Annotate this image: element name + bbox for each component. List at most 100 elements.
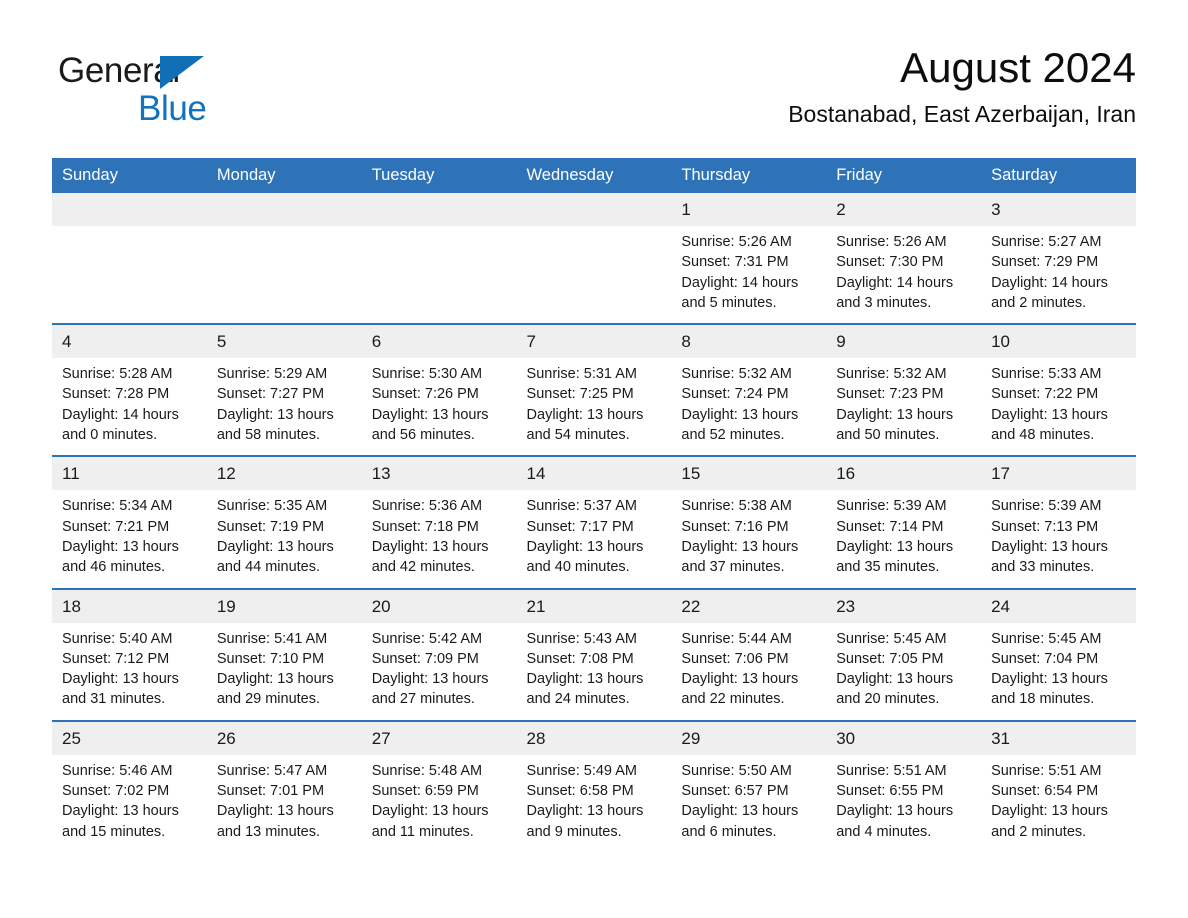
sunset-text: Sunset: 7:02 PM — [62, 783, 170, 800]
calendar-day-cell[interactable]: 24 Sunrise: 5:45 AM Sunset: 7:04 PM Dayligh… — [981, 587, 1136, 721]
calendar-day-cell[interactable]: 27 Sunrise: 5:48 AM Sunset: 6:59 PM Dayligh… — [361, 719, 517, 852]
calendar-day-cell[interactable]: 23 Sunrise: 5:45 AM Sunset: 7:05 PM Dayligh… — [826, 587, 982, 721]
day-details: Sunrise: 5:34 AM Sunset: 7:21 PM Daylight:… — [52, 490, 207, 587]
day-number: 21 — [516, 589, 672, 623]
day-cell-inner: 2 Sunrise: 5:26 AM Sunset: 7:30 PM Daylight… — [826, 193, 982, 323]
page-subtitle-location: Bostanabad, East Azerbaijan, Iran — [788, 101, 1136, 127]
daylight-text: Daylight: 13 hours and 20 minutes. — [836, 671, 954, 708]
calendar-day-cell[interactable]: 21 Sunrise: 5:43 AM Sunset: 7:08 PM Dayligh… — [516, 587, 672, 721]
day-number: 19 — [206, 589, 362, 623]
calendar-day-cell[interactable]: 3 Sunrise: 5:27 AM Sunset: 7:29 PM Daylight… — [981, 193, 1136, 325]
day-details: Sunrise: 5:45 AM Sunset: 7:05 PM Daylight:… — [826, 623, 981, 720]
page-title: August 2024 — [900, 44, 1136, 91]
calendar-day-cell[interactable]: 9 Sunrise: 5:32 AM Sunset: 7:23 PM Daylight… — [826, 323, 982, 457]
day-number: 23 — [826, 589, 982, 623]
day-details: Sunrise: 5:43 AM Sunset: 7:08 PM Daylight:… — [517, 623, 672, 720]
day-details: Sunrise: 5:44 AM Sunset: 7:06 PM Daylight:… — [671, 623, 826, 720]
calendar-day-cell[interactable]: 7 Sunrise: 5:31 AM Sunset: 7:25 PM Daylight… — [516, 323, 672, 457]
day-number: 12 — [206, 457, 362, 491]
page-header: General Blue August 2024 Bostanabad, Eas… — [52, 42, 1136, 142]
day-cell-inner: 20 Sunrise: 5:42 AM Sunset: 7:09 PM Dayligh… — [361, 589, 517, 720]
day-cell-inner: 25 Sunrise: 5:46 AM Sunset: 7:02 PM Dayligh… — [52, 721, 207, 852]
calendar-day-cell[interactable]: 6 Sunrise: 5:30 AM Sunset: 7:26 PM Daylight… — [361, 323, 517, 457]
calendar-day-cell[interactable]: 15 Sunrise: 5:38 AM Sunset: 7:16 PM Dayligh… — [671, 455, 827, 589]
sunset-text: Sunset: 7:23 PM — [836, 386, 944, 403]
calendar-day-cell[interactable]: 1 Sunrise: 5:26 AM Sunset: 7:31 PM Daylight… — [671, 193, 827, 325]
calendar-day-cell[interactable]: 12 Sunrise: 5:35 AM Sunset: 7:19 PM Dayligh… — [206, 455, 362, 589]
calendar-day-cell[interactable]: 16 Sunrise: 5:39 AM Sunset: 7:14 PM Dayligh… — [826, 455, 982, 589]
calendar-day-cell[interactable]: 2 Sunrise: 5:26 AM Sunset: 7:30 PM Daylight… — [826, 193, 982, 325]
calendar-day-cell[interactable]: 31 Sunrise: 5:51 AM Sunset: 6:54 PM Dayligh… — [981, 719, 1136, 852]
sunrise-text: Sunrise: 5:30 AM — [371, 366, 483, 383]
sunset-text: Sunset: 6:54 PM — [991, 783, 1099, 800]
day-details: Sunrise: 5:36 AM Sunset: 7:18 PM Daylight:… — [362, 490, 517, 587]
calendar-day-cell[interactable]: 13 Sunrise: 5:36 AM Sunset: 7:18 PM Dayligh… — [361, 455, 517, 589]
calendar-day-cell[interactable]: 19 Sunrise: 5:41 AM Sunset: 7:10 PM Dayligh… — [206, 587, 362, 721]
day-number: 28 — [516, 721, 672, 755]
sunrise-text: Sunrise: 5:26 AM — [836, 234, 947, 250]
daylight-text: Daylight: 13 hours and 52 minutes. — [681, 406, 799, 444]
calendar-day-cell[interactable]: 22 Sunrise: 5:44 AM Sunset: 7:06 PM Dayligh… — [671, 587, 827, 721]
sunset-text: Sunset: 7:29 PM — [991, 254, 1099, 271]
calendar-day-cell[interactable]: 29 Sunrise: 5:50 AM Sunset: 6:57 PM Dayligh… — [671, 719, 827, 852]
calendar-day-cell[interactable]: 14 Sunrise: 5:37 AM Sunset: 7:17 PM Dayligh… — [516, 455, 672, 589]
sunrise-text: Sunrise: 5:26 AM — [681, 234, 792, 250]
general-blue-logo[interactable]: General Blue — [58, 50, 358, 136]
calendar-week-row: 1 Sunrise: 5:26 AM Sunset: 7:31 PM Daylight… — [52, 193, 1136, 325]
calendar-day-cell[interactable]: 30 Sunrise: 5:51 AM Sunset: 6:55 PM Dayligh… — [826, 719, 982, 852]
daylight-text: Daylight: 13 hours and 44 minutes. — [216, 538, 334, 576]
sunset-text: Sunset: 7:13 PM — [991, 518, 1099, 535]
day-number: 10 — [981, 325, 1136, 359]
day-cell-inner: 21 Sunrise: 5:43 AM Sunset: 7:08 PM Dayligh… — [516, 589, 672, 720]
day-details: Sunrise: 5:51 AM Sunset: 6:54 PM Daylight:… — [981, 755, 1136, 852]
calendar-day-cell[interactable]: 5 Sunrise: 5:29 AM Sunset: 7:27 PM Daylight… — [206, 323, 362, 457]
calendar-day-cell[interactable]: 8 Sunrise: 5:32 AM Sunset: 7:24 PM Daylight… — [671, 323, 827, 457]
day-cell-inner: 13 Sunrise: 5:36 AM Sunset: 7:18 PM Dayligh… — [361, 457, 517, 587]
day-details: Sunrise: 5:26 AM Sunset: 7:30 PM Daylight:… — [826, 226, 981, 323]
calendar-header-row: Sunday Monday Tuesday Wednesday Thursday Frid… — [52, 158, 1136, 193]
calendar-day-cell-empty — [516, 193, 672, 325]
daylight-text: Daylight: 13 hours and 24 minutes. — [526, 671, 644, 708]
daylight-text: Daylight: 14 hours and 3 minutes. — [836, 274, 954, 311]
daylight-text: Daylight: 14 hours and 5 minutes. — [681, 274, 799, 311]
sunrise-text: Sunrise: 5:39 AM — [991, 498, 1102, 515]
day-details: Sunrise: 5:33 AM Sunset: 7:22 PM Daylight:… — [981, 358, 1136, 455]
sunset-text: Sunset: 7:04 PM — [991, 650, 1099, 667]
sunset-text: Sunset: 7:22 PM — [991, 386, 1099, 403]
weekday-header-friday: Friday — [826, 158, 982, 193]
logo-text-blue: Blue — [138, 89, 207, 128]
calendar-day-cell[interactable]: 20 Sunrise: 5:42 AM Sunset: 7:09 PM Dayligh… — [361, 587, 517, 721]
sunrise-text: Sunrise: 5:45 AM — [991, 630, 1102, 647]
day-details: Sunrise: 5:47 AM Sunset: 7:01 PM Daylight:… — [207, 755, 362, 852]
day-cell-inner: 19 Sunrise: 5:41 AM Sunset: 7:10 PM Dayligh… — [206, 589, 362, 720]
day-details: Sunrise: 5:32 AM Sunset: 7:23 PM Daylight:… — [826, 358, 981, 455]
day-details: Sunrise: 5:31 AM Sunset: 7:25 PM Daylight:… — [517, 358, 672, 455]
day-number: 2 — [826, 193, 982, 226]
day-details: Sunrise: 5:45 AM Sunset: 7:04 PM Daylight:… — [981, 623, 1136, 720]
calendar-day-cell[interactable]: 25 Sunrise: 5:46 AM Sunset: 7:02 PM Dayligh… — [52, 719, 207, 852]
sunrise-text: Sunrise: 5:50 AM — [681, 762, 792, 779]
calendar-day-cell[interactable]: 10 Sunrise: 5:33 AM Sunset: 7:22 PM Dayligh… — [981, 323, 1136, 457]
day-cell-inner — [516, 193, 672, 321]
calendar-day-cell[interactable]: 26 Sunrise: 5:47 AM Sunset: 7:01 PM Dayligh… — [206, 719, 362, 852]
day-number: 24 — [981, 589, 1136, 623]
daylight-text: Daylight: 13 hours and 33 minutes. — [991, 538, 1108, 576]
sunrise-text: Sunrise: 5:38 AM — [681, 498, 792, 515]
calendar-day-cell-empty — [206, 193, 362, 325]
day-details: Sunrise: 5:29 AM Sunset: 7:27 PM Daylight:… — [207, 358, 362, 455]
day-cell-inner: 17 Sunrise: 5:39 AM Sunset: 7:13 PM Dayligh… — [981, 457, 1136, 587]
day-cell-inner — [52, 193, 207, 321]
sunset-text: Sunset: 7:18 PM — [371, 518, 479, 535]
calendar-day-cell[interactable]: 4 Sunrise: 5:28 AM Sunset: 7:28 PM Daylight… — [52, 323, 207, 457]
calendar-day-cell[interactable]: 11 Sunrise: 5:34 AM Sunset: 7:21 PM Dayligh… — [52, 455, 207, 589]
day-cell-inner: 30 Sunrise: 5:51 AM Sunset: 6:55 PM Dayligh… — [826, 721, 982, 852]
calendar-day-cell[interactable]: 17 Sunrise: 5:39 AM Sunset: 7:13 PM Dayligh… — [981, 455, 1136, 589]
calendar-day-cell[interactable]: 18 Sunrise: 5:40 AM Sunset: 7:12 PM Dayligh… — [52, 587, 207, 721]
day-number: 13 — [361, 457, 517, 491]
daylight-text: Daylight: 14 hours and 2 minutes. — [991, 274, 1108, 311]
calendar-day-cell[interactable]: 28 Sunrise: 5:49 AM Sunset: 6:58 PM Dayligh… — [516, 719, 672, 852]
sunset-text: Sunset: 7:17 PM — [526, 518, 634, 535]
weekday-header-tuesday: Tuesday — [361, 158, 517, 193]
weekday-header-saturday: Saturday — [981, 158, 1136, 193]
weekday-header-thursday: Thursday — [671, 158, 827, 193]
